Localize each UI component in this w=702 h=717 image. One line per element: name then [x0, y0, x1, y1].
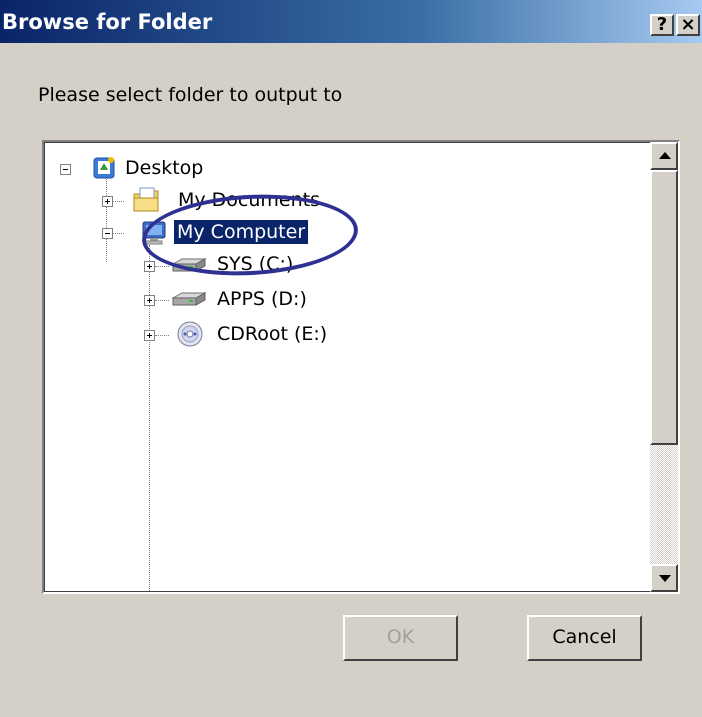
hard-drive-icon — [171, 292, 207, 306]
cancel-button[interactable]: Cancel — [527, 615, 642, 661]
scroll-up-button[interactable] — [650, 142, 678, 170]
my-documents-icon — [133, 187, 159, 212]
tree-item-my-computer[interactable]: My Computer — [174, 220, 309, 244]
tree-connector — [106, 172, 107, 262]
expand-toggle-apps-d[interactable] — [144, 295, 155, 306]
tree-connector — [155, 300, 169, 301]
tree-item-desktop[interactable]: Desktop — [122, 156, 206, 180]
browse-folder-dialog: Browse for Folder ? × Please select fold… — [0, 0, 702, 717]
prompt-text: Please select folder to output to — [38, 84, 343, 106]
cd-drive-icon — [177, 321, 203, 347]
tree-item-my-documents[interactable]: My Documents — [175, 188, 323, 212]
arrow-up-icon — [659, 152, 671, 159]
folder-tree[interactable]: Desktop My Documents My Computer SYS (C:… — [42, 140, 680, 594]
window-title: Browse for Folder — [2, 10, 213, 34]
scroll-down-button[interactable] — [650, 564, 678, 592]
tree-item-apps-d[interactable]: APPS (D:) — [214, 287, 310, 311]
vertical-scrollbar[interactable] — [650, 142, 678, 592]
desktop-icon — [93, 157, 115, 179]
tree-connector — [155, 335, 169, 336]
expand-toggle-cdroot-e[interactable] — [144, 330, 155, 341]
collapse-toggle-my-computer[interactable] — [102, 228, 113, 239]
tree-connector — [112, 201, 124, 202]
folder-tree-content: Desktop My Documents My Computer SYS (C:… — [44, 142, 652, 592]
tree-item-cdroot-e[interactable]: CDRoot (E:) — [214, 322, 330, 346]
close-button[interactable]: × — [676, 14, 700, 36]
tree-item-sys-c[interactable]: SYS (C:) — [214, 252, 296, 276]
hard-drive-icon — [171, 258, 207, 272]
ok-button[interactable]: OK — [343, 615, 458, 661]
collapse-toggle-desktop[interactable] — [60, 164, 71, 175]
scrollbar-thumb[interactable] — [650, 170, 678, 445]
expand-toggle-sys-c[interactable] — [144, 261, 155, 272]
tree-connector — [155, 266, 169, 267]
title-bar[interactable]: Browse for Folder ? × — [0, 0, 702, 43]
expand-toggle-my-documents[interactable] — [102, 196, 113, 207]
help-button[interactable]: ? — [650, 14, 674, 36]
my-computer-icon — [142, 221, 166, 245]
tree-connector — [112, 233, 124, 234]
arrow-down-icon — [659, 575, 671, 582]
